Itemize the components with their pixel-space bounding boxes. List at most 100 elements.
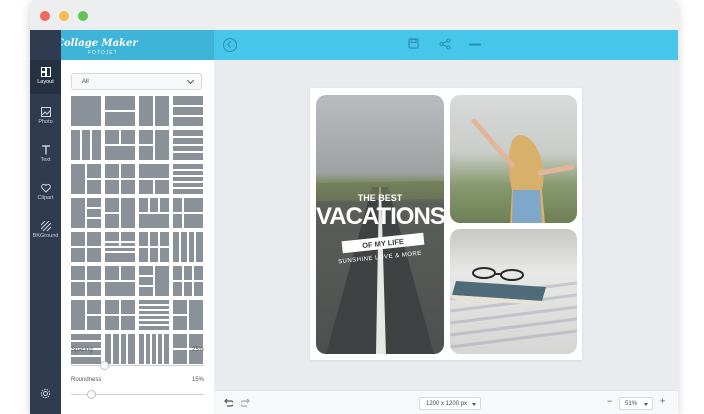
layout-thumbnail[interactable] xyxy=(173,232,203,262)
minimize-window-button[interactable] xyxy=(59,11,69,21)
layout-divider xyxy=(156,334,158,364)
layout-divider xyxy=(80,130,82,160)
layout-divider xyxy=(85,266,87,296)
redo-icon[interactable] xyxy=(241,398,252,408)
rail-item-background[interactable]: BKGround xyxy=(30,214,61,248)
layout-panel: All Spacing 25% Roundness 15% xyxy=(61,60,214,414)
close-window-button[interactable] xyxy=(40,11,50,21)
layout-thumbnail[interactable] xyxy=(71,130,101,160)
layout-thumbnail[interactable] xyxy=(173,300,203,330)
layout-thumbnail[interactable] xyxy=(139,266,169,296)
layout-thumbnail[interactable] xyxy=(71,300,101,330)
maximize-window-button[interactable] xyxy=(78,11,88,21)
layout-thumbnail[interactable] xyxy=(71,198,101,228)
layout-thumbnail[interactable] xyxy=(139,164,169,194)
layout-thumbnail[interactable] xyxy=(173,130,203,160)
layout-thumbnail[interactable] xyxy=(105,232,135,262)
layout-thumbnail[interactable] xyxy=(139,232,169,262)
rail-item-layout[interactable]: Layout xyxy=(30,60,61,94)
layout-thumbnail[interactable] xyxy=(139,198,169,228)
layout-divider xyxy=(173,151,203,153)
layout-divider xyxy=(111,334,113,364)
layout-divider xyxy=(119,300,121,330)
collage-cell-book-photo[interactable] xyxy=(450,229,577,354)
layout-thumbnail[interactable] xyxy=(173,266,203,296)
rail-item-photo[interactable]: Photo xyxy=(30,100,61,134)
more-icon[interactable] xyxy=(469,43,481,46)
canvas-size-select[interactable]: 1200 x 1200 px xyxy=(419,397,481,410)
layout-divider xyxy=(173,169,203,171)
layout-thumbnail[interactable] xyxy=(105,334,135,364)
layout-divider xyxy=(139,275,154,277)
undo-icon[interactable] xyxy=(222,398,233,408)
layout-filter-value: All xyxy=(82,79,89,85)
layout-thumbnail[interactable] xyxy=(71,266,101,296)
spacing-label: Spacing xyxy=(71,347,93,353)
layout-filter-select[interactable]: All xyxy=(71,73,202,90)
layout-thumbnail[interactable] xyxy=(139,300,169,330)
collage-cell-road-photo[interactable]: THE BEST VACATIONS OF MY LIFE SUNSHINE L… xyxy=(316,95,444,354)
layout-divider xyxy=(173,136,203,138)
layout-divider xyxy=(119,232,121,247)
heart-icon xyxy=(40,183,51,193)
layout-divider xyxy=(173,105,203,107)
layout-thumbnail[interactable] xyxy=(105,96,135,126)
zoom-select[interactable]: 51% xyxy=(619,397,653,410)
layout-thumbnail[interactable] xyxy=(71,232,101,262)
spacing-slider-handle[interactable] xyxy=(100,361,110,370)
layout-thumbnail[interactable] xyxy=(173,164,203,194)
rail-item-text[interactable]: Text xyxy=(30,138,61,172)
gear-icon[interactable] xyxy=(40,388,51,399)
layout-divider xyxy=(105,178,135,180)
layout-divider xyxy=(139,314,169,316)
back-arrow-icon[interactable] xyxy=(223,38,237,52)
layout-divider xyxy=(187,232,189,262)
logo-subtitle: FOTOJET xyxy=(88,50,118,56)
layout-divider xyxy=(139,246,169,248)
layout-thumbnail[interactable] xyxy=(139,334,169,364)
bottom-bar: 1200 x 1200 px − 51% + xyxy=(214,390,678,414)
layout-divider xyxy=(139,309,169,311)
layout-divider xyxy=(105,212,120,214)
layout-divider xyxy=(85,198,87,228)
layout-thumbnail[interactable] xyxy=(71,96,101,126)
share-icon[interactable] xyxy=(439,38,451,50)
layout-thumbnail[interactable] xyxy=(105,198,135,228)
layout-divider xyxy=(173,187,203,189)
rail-label-text: Text xyxy=(40,157,51,163)
collage-canvas[interactable]: THE BEST VACATIONS OF MY LIFE SUNSHINE L… xyxy=(310,88,582,360)
layout-thumbnail[interactable] xyxy=(105,164,135,194)
spacing-value: 25% xyxy=(192,347,205,353)
layout-thumbnail[interactable] xyxy=(105,266,135,296)
layout-divider xyxy=(105,241,135,243)
layout-divider xyxy=(139,324,169,326)
layout-thumbnail[interactable] xyxy=(139,130,169,160)
layout-divider xyxy=(173,144,203,146)
roundness-slider[interactable] xyxy=(71,390,204,399)
layout-thumbnail[interactable] xyxy=(173,96,203,126)
roundness-label: Roundness xyxy=(71,377,102,383)
zoom-in-button[interactable]: + xyxy=(660,396,665,406)
layout-divider xyxy=(86,207,101,209)
tool-rail: Layout Photo Text Clipart BKGround xyxy=(30,30,61,414)
roundness-slider-handle[interactable] xyxy=(86,390,96,399)
layout-divider xyxy=(179,232,181,262)
layout-divider xyxy=(187,300,189,330)
layout-divider xyxy=(173,314,188,316)
zoom-out-button[interactable]: − xyxy=(607,396,612,406)
rail-item-clipart[interactable]: Clipart xyxy=(30,176,61,210)
layout-divider xyxy=(71,246,101,248)
app-window: Collage Maker FOTOJET Layout Photo Text … xyxy=(30,0,678,414)
save-icon[interactable] xyxy=(408,38,419,49)
rail-label-clipart: Clipart xyxy=(37,195,54,201)
layout-thumbnail[interactable] xyxy=(105,300,135,330)
collage-cell-girl-photo[interactable] xyxy=(450,95,577,223)
layout-thumbnail[interactable] xyxy=(105,130,135,160)
spacing-slider[interactable] xyxy=(71,361,204,370)
layout-divider xyxy=(144,334,146,364)
layout-thumbnail[interactable] xyxy=(173,198,203,228)
layout-divider xyxy=(192,266,194,296)
layout-thumbnail[interactable] xyxy=(71,164,101,194)
layout-thumbnail[interactable] xyxy=(139,96,169,126)
photo-icon xyxy=(40,107,51,117)
